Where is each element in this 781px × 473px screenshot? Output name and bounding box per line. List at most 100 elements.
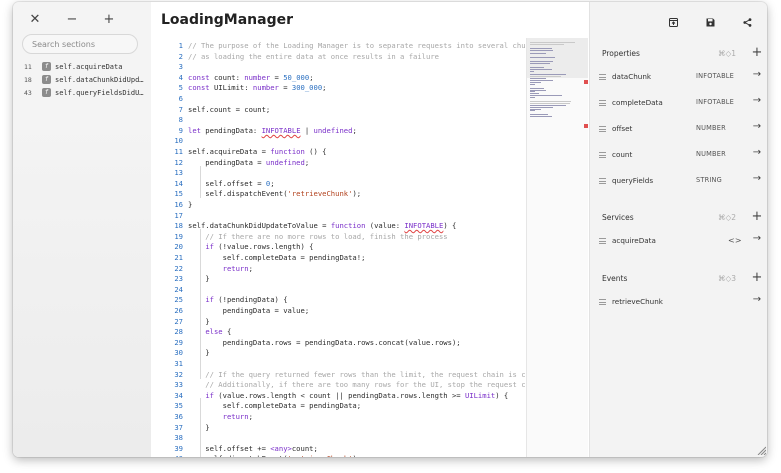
property-row[interactable]: offset NUMBER →: [590, 118, 767, 140]
code-line[interactable]: 27 }: [151, 317, 531, 328]
section-shortcut: ⌘◇1: [718, 49, 737, 58]
line-number: 5: [178, 83, 183, 93]
open-window-button[interactable]: [664, 12, 682, 30]
code-line[interactable]: 34 if (value.rows.length < count || pend…: [151, 391, 531, 402]
code-line[interactable]: 39 self.offset += <any>count;: [151, 444, 531, 455]
line-number: 23: [174, 274, 183, 284]
drag-handle-icon[interactable]: [599, 100, 606, 106]
resize-handle-icon[interactable]: [756, 445, 766, 455]
line-number: 21: [174, 253, 183, 262]
code-line[interactable]: 9 let pendingData: INFOTABLE | undefined;: [151, 126, 531, 137]
collapse-all-button[interactable]: −: [62, 10, 82, 30]
arrow-right-icon[interactable]: →: [750, 121, 764, 132]
code-line[interactable]: 17: [151, 211, 531, 222]
share-button[interactable]: [738, 12, 756, 30]
code-line[interactable]: 30 }: [151, 348, 531, 359]
section-title: Properties: [602, 49, 640, 58]
line-number: 35: [174, 401, 183, 411]
arrow-right-icon[interactable]: →: [750, 294, 764, 305]
drag-handle-icon[interactable]: [599, 74, 606, 80]
code-line[interactable]: 7 self.count = count;: [151, 105, 531, 116]
code-text: if (value.rows.length < count || pending…: [205, 390, 509, 400]
drag-handle-icon[interactable]: [599, 126, 606, 132]
event-name: retrieveChunk: [612, 297, 663, 306]
code-line[interactable]: 6: [151, 94, 531, 105]
code-line[interactable]: 35 self.completeData = pendingData;: [151, 401, 531, 412]
arrow-right-icon[interactable]: →: [750, 69, 764, 80]
code-line[interactable]: 19 // If there are no more rows to load,…: [151, 232, 531, 243]
drag-handle-icon[interactable]: [599, 178, 606, 184]
drag-handle-icon[interactable]: [599, 238, 606, 244]
save-button[interactable]: [701, 12, 719, 30]
code-line[interactable]: 36 return;: [151, 412, 531, 423]
sidebar-toolbar: ✕ − +: [13, 10, 151, 30]
arrow-right-icon[interactable]: →: [750, 173, 764, 184]
line-number: 30: [174, 348, 183, 358]
code-line[interactable]: 24: [151, 285, 531, 296]
code-line[interactable]: 40 self.dispatchEvent('retrieveChunk');: [151, 454, 531, 457]
property-row[interactable]: completeData INFOTABLE →: [590, 92, 767, 114]
code-line[interactable]: 3: [151, 62, 531, 73]
arrow-right-icon[interactable]: →: [750, 147, 764, 158]
section-item-data-chunk-did-update[interactable]: 18 f self.dataChunkDidUpdateToValue: [13, 74, 151, 87]
line-number: 37: [174, 422, 183, 432]
code-line[interactable]: 16}: [151, 200, 531, 211]
code-line[interactable]: 23 }: [151, 274, 531, 285]
arrow-right-icon[interactable]: →: [750, 233, 764, 244]
code-line[interactable]: 10: [151, 136, 531, 147]
minimap-line: [530, 47, 552, 49]
expand-all-button[interactable]: +: [99, 10, 119, 30]
code-line[interactable]: 20 if (!value.rows.length) {: [151, 242, 531, 253]
add-property-button[interactable]: +: [750, 45, 764, 60]
section-item-acquire-data[interactable]: 11 f self.acquireData: [13, 61, 151, 74]
code-line[interactable]: 29 pendingData.rows = pendingData.rows.c…: [151, 338, 531, 349]
code-line[interactable]: 5 const UILimit: number = 300_000;: [151, 83, 531, 94]
code-text: }: [188, 274, 210, 284]
code-line[interactable]: 28 else {: [151, 327, 531, 338]
code-minimap[interactable]: [527, 38, 588, 457]
code-line[interactable]: 2 // as loading the entire data at once r…: [151, 52, 531, 63]
code-line[interactable]: 4 const count: number = 50_000;: [151, 73, 531, 84]
function-icon: f: [42, 75, 51, 84]
close-sidebar-button[interactable]: ✕: [25, 10, 45, 30]
code-line[interactable]: 1 // The purpose of the Loading Manager i…: [151, 41, 539, 52]
code-line[interactable]: 14 self.offset = 0;: [151, 179, 531, 190]
drag-handle-icon[interactable]: [599, 299, 606, 305]
code-line[interactable]: 37 }: [151, 423, 531, 434]
code-line[interactable]: 18 self.dataChunkDidUpdateToValue = funct…: [151, 221, 531, 232]
code-line[interactable]: 22 return;: [151, 264, 531, 275]
property-row[interactable]: count NUMBER →: [590, 144, 767, 166]
minus-icon: −: [66, 12, 78, 27]
property-row[interactable]: dataChunk INFOTABLE →: [590, 66, 767, 88]
code-text: const count: number = 50_000;: [188, 72, 314, 82]
code-line[interactable]: 13: [151, 168, 531, 179]
code-line[interactable]: 26 pendingData = value;: [151, 306, 531, 317]
code-text: return;: [222, 412, 253, 421]
code-line[interactable]: 15 self.dispatchEvent('retrieveChunk');: [151, 189, 531, 200]
section-item-query-fields-did-update[interactable]: 43 f self.queryFieldsDidUpdateToValue: [13, 87, 151, 100]
line-number: 11: [174, 147, 183, 156]
code-line[interactable]: 21 self.completeData = pendingData!;: [151, 253, 531, 264]
code-line[interactable]: 38: [151, 433, 531, 444]
minimap-line: [530, 42, 575, 43]
property-row[interactable]: queryFields STRING →: [590, 170, 767, 192]
code-editor[interactable]: 1 // The purpose of the Loading Manager i…: [151, 38, 588, 457]
event-row[interactable]: retrieveChunk →: [590, 291, 767, 313]
search-sections-input[interactable]: [22, 34, 138, 54]
code-line[interactable]: 8: [151, 115, 531, 126]
sections-sidebar: ✕ − + 11 f self.acquireData 18 f self.da…: [13, 2, 152, 457]
drag-handle-icon[interactable]: [599, 152, 606, 158]
code-line[interactable]: 25 if (!pendingData) {: [151, 295, 531, 306]
minimap-line: [530, 57, 556, 59]
code-line[interactable]: 32 // If the query returned fewer rows t…: [151, 370, 555, 381]
add-service-button[interactable]: +: [750, 209, 764, 224]
code-text: self.acquireData = function () {: [188, 147, 327, 156]
code-line[interactable]: 31: [151, 359, 531, 370]
add-event-button[interactable]: +: [750, 270, 764, 285]
code-line[interactable]: 33 // Additionally, if there are too man…: [151, 380, 543, 391]
code-text: if (!pendingData) {: [205, 295, 288, 305]
arrow-right-icon[interactable]: →: [750, 95, 764, 106]
code-line[interactable]: 12 pendingData = undefined;: [151, 158, 531, 169]
service-row[interactable]: acquireData <> →: [590, 230, 767, 252]
code-line[interactable]: 11 self.acquireData = function () {: [151, 147, 531, 158]
